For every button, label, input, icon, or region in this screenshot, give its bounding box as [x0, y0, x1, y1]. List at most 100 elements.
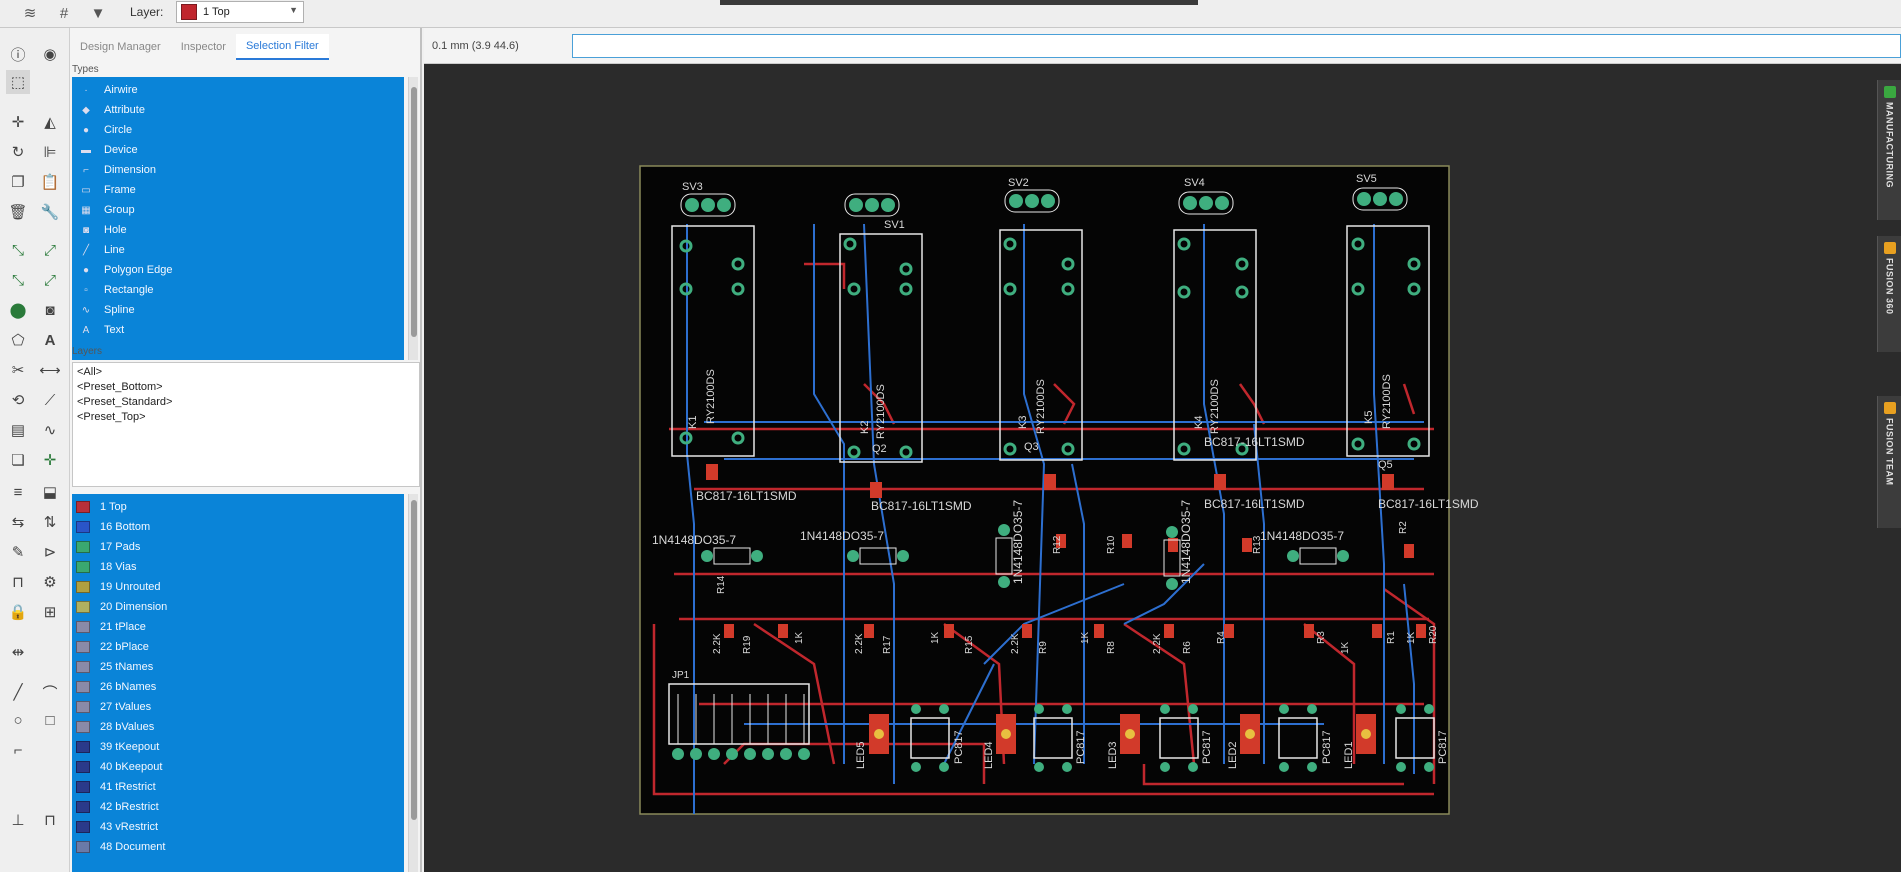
list-item[interactable]: ● Polygon Edge: [72, 260, 404, 280]
smash-icon[interactable]: ⊞: [38, 600, 62, 624]
list-item[interactable]: ▦ Group: [72, 200, 404, 220]
layer-color-swatch: [76, 581, 90, 593]
replace-icon[interactable]: ⇅: [38, 510, 62, 534]
list-item[interactable]: <Preset_Top>: [73, 411, 419, 426]
list-item[interactable]: 1 Top: [72, 497, 404, 517]
list-item[interactable]: ▬ Device: [72, 140, 404, 160]
rect-tool-icon[interactable]: □: [38, 708, 62, 732]
rotate-icon[interactable]: ↻: [6, 140, 30, 164]
paste-icon[interactable]: 📋: [38, 170, 62, 194]
rectangle-icon: ▫: [84, 284, 88, 296]
command-input[interactable]: [572, 34, 1901, 58]
opto-name: PC817: [1201, 730, 1213, 764]
polygon-fill-icon[interactable]: ⬤: [6, 298, 30, 322]
route-icon[interactable]: ⤡: [6, 238, 30, 262]
tab-design-manager[interactable]: Design Manager: [70, 34, 171, 60]
tab-selection-filter[interactable]: Selection Filter: [235, 34, 329, 60]
scroll-thumb[interactable]: [411, 87, 417, 337]
list-item[interactable]: 20 Dimension: [72, 597, 404, 617]
filter-icon[interactable]: ▼: [86, 2, 110, 24]
line-tool-icon[interactable]: ╱: [6, 680, 30, 704]
pentagon-icon[interactable]: ⬠: [6, 328, 30, 352]
list-item[interactable]: 48 Document: [72, 837, 404, 857]
info-icon[interactable]: ⓘ: [6, 42, 30, 66]
circle-tool-icon[interactable]: ○: [6, 708, 30, 732]
layers-tool-icon[interactable]: ≡: [6, 480, 30, 504]
measure-icon[interactable]: ⊓: [6, 570, 30, 594]
list-item[interactable]: · Airwire: [72, 80, 404, 100]
list-item[interactable]: 25 tNames: [72, 657, 404, 677]
tab-fusion-360[interactable]: FUSION 360: [1877, 236, 1901, 352]
eye-icon[interactable]: ◉: [38, 42, 62, 66]
slash-icon[interactable]: ⟋: [38, 388, 62, 412]
list-item[interactable]: 17 Pads: [72, 537, 404, 557]
list-item[interactable]: ∿ Spline: [72, 300, 404, 320]
text-tool-icon[interactable]: A: [38, 328, 62, 352]
wave-icon[interactable]: ∿: [38, 418, 62, 442]
scroll-thumb[interactable]: [411, 500, 417, 820]
layers-icon[interactable]: ≋: [18, 2, 42, 24]
tab-fusion-team[interactable]: FUSION TEAM: [1877, 396, 1901, 528]
list-item[interactable]: ⌐ Dimension: [72, 160, 404, 180]
label-icon[interactable]: ⊳: [38, 540, 62, 564]
move-group-icon[interactable]: ✛: [38, 448, 62, 472]
list-item[interactable]: <All>: [73, 366, 419, 381]
list-item[interactable]: 22 bPlace: [72, 637, 404, 657]
arc-tool-icon[interactable]: ⌒: [38, 680, 62, 704]
wrench-icon[interactable]: 🔧: [38, 200, 62, 224]
list-item[interactable]: 26 bNames: [72, 677, 404, 697]
pen-icon[interactable]: ✎: [6, 540, 30, 564]
select-icon[interactable]: ⬚: [6, 70, 30, 94]
curve-tool-icon[interactable]: ⌐: [6, 738, 30, 762]
layer-select[interactable]: 1 Top ▼: [176, 1, 304, 23]
lock-icon[interactable]: 🔒: [6, 600, 30, 624]
list-item[interactable]: <Preset_Standard>: [73, 396, 419, 411]
grid-icon[interactable]: #: [52, 2, 76, 24]
pcb-board-view[interactable]: SV3 SV1 SV2 SV4 SV5 RY2100DS RY2100DS RY…: [424, 64, 1876, 872]
align-icon[interactable]: ⊫: [38, 140, 62, 164]
types-scrollbar[interactable]: [408, 77, 418, 360]
list-item[interactable]: 19 Unrouted: [72, 577, 404, 597]
list-item[interactable]: 16 Bottom: [72, 517, 404, 537]
ripup-icon[interactable]: ⤢: [38, 268, 62, 292]
list-item[interactable]: ◙ Hole: [72, 220, 404, 240]
copy-icon[interactable]: ❐: [6, 170, 30, 194]
dimension-tool-icon[interactable]: ⇹: [6, 640, 30, 664]
tab-inspector[interactable]: Inspector: [171, 34, 236, 60]
list-item[interactable]: 41 tRestrict: [72, 777, 404, 797]
list-item[interactable]: 21 tPlace: [72, 617, 404, 637]
list-item[interactable]: ◆ Attribute: [72, 100, 404, 120]
mirror-icon[interactable]: ◭: [38, 110, 62, 134]
origin-icon[interactable]: ⊥: [6, 808, 30, 832]
group-tool-icon[interactable]: ❏: [6, 448, 30, 472]
drc-icon[interactable]: ⬓: [38, 480, 62, 504]
frame-tool-icon[interactable]: ⊓: [38, 808, 62, 832]
move-icon[interactable]: ✛: [6, 110, 30, 134]
list-item[interactable]: <Preset_Bottom>: [73, 381, 419, 396]
list-item[interactable]: 40 bKeepout: [72, 757, 404, 777]
delete-icon[interactable]: 🗑: [6, 200, 30, 224]
list-item[interactable]: 43 vRestrict: [72, 817, 404, 837]
list-item[interactable]: ╱ Line: [72, 240, 404, 260]
list-item[interactable]: 18 Vias: [72, 557, 404, 577]
swap-icon[interactable]: ⇆: [6, 510, 30, 534]
list-item[interactable]: 42 bRestrict: [72, 797, 404, 817]
list-item[interactable]: 28 bValues: [72, 717, 404, 737]
list-item[interactable]: 39 tKeepout: [72, 737, 404, 757]
list-item[interactable]: A Text: [72, 320, 404, 340]
list-item[interactable]: 27 tValues: [72, 697, 404, 717]
split-icon[interactable]: ✂: [6, 358, 30, 382]
list-item[interactable]: ▫ Rectangle: [72, 280, 404, 300]
autoroute-icon[interactable]: ⤡: [6, 268, 30, 292]
layers-scrollbar[interactable]: [408, 494, 418, 872]
list-item[interactable]: ● Circle: [72, 120, 404, 140]
route-multi-icon[interactable]: ⤢: [38, 238, 62, 262]
gear-icon[interactable]: ⚙: [38, 570, 62, 594]
via-icon[interactable]: ◙: [38, 298, 62, 322]
list-item[interactable]: ▭ Frame: [72, 180, 404, 200]
tab-manufacturing[interactable]: MANUFACTURING: [1877, 80, 1901, 220]
hatch-icon[interactable]: ▤: [6, 418, 30, 442]
connect-icon[interactable]: ⟷: [38, 358, 62, 382]
board-canvas[interactable]: SV3 SV1 SV2 SV4 SV5 RY2100DS RY2100DS RY…: [424, 64, 1876, 872]
miter-icon[interactable]: ⟲: [6, 388, 30, 412]
